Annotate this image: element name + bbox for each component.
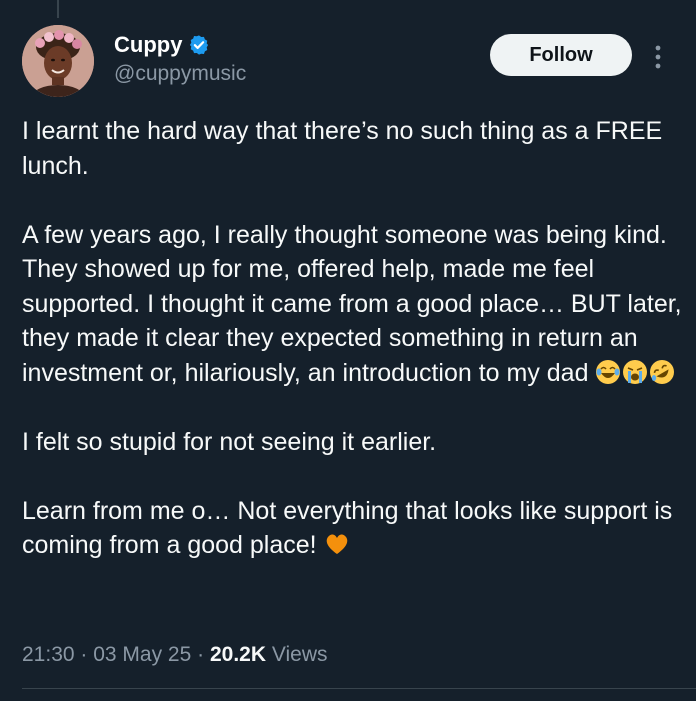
author-handle[interactable]: @cuppymusic [114, 61, 246, 87]
divider [22, 688, 696, 689]
face-with-tears-of-joy-icon [596, 359, 621, 384]
verified-badge-icon [190, 35, 209, 55]
tweet-paragraph: I felt so stupid for not seeing it earli… [22, 427, 437, 456]
views-label: Views [266, 643, 328, 666]
tweet-meta: 21:30 · 03 May 25 · 20.2K Views [22, 641, 328, 669]
more-vertical-icon[interactable] [650, 43, 666, 71]
author-name-row: Cuppy [114, 31, 210, 59]
loudly-crying-face-icon [623, 359, 648, 384]
avatar-image [22, 25, 94, 97]
tweet-date[interactable]: 03 May 25 [93, 643, 191, 666]
rolling-on-floor-laughing-icon [650, 359, 675, 384]
author-display-name[interactable]: Cuppy [114, 31, 182, 59]
tweet-header: Cuppy @cuppymusic Follow [22, 25, 682, 101]
meta-separator: · [191, 643, 210, 666]
tweet-paragraph: I learnt the hard way that there’s no su… [22, 117, 663, 180]
tweet-paragraph: Learn from me o… Not everything that loo… [22, 496, 673, 560]
orange-heart-icon [326, 534, 347, 554]
avatar[interactable] [22, 25, 94, 97]
views-count[interactable]: 20.2K [210, 643, 266, 666]
thread-connector-line [57, 0, 59, 18]
meta-separator: · [74, 643, 94, 666]
tweet-time[interactable]: 21:30 [22, 643, 75, 666]
tweet-text: I learnt the hard way that there’s no su… [22, 114, 682, 563]
follow-button[interactable]: Follow [490, 34, 632, 76]
tweet-paragraph: A few years ago, I really thought someon… [22, 220, 682, 387]
